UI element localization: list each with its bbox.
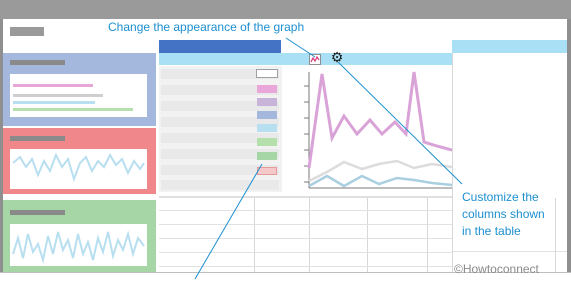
task-manager-illustration: ⚙ Change the appearance of the graph Cus…	[0, 0, 571, 281]
watermark: ©Howtoconnect	[454, 262, 539, 276]
columns-callout-line1: Customize the	[462, 190, 539, 205]
columns-callout-line3: in the table	[462, 224, 521, 239]
graph-appearance-callout: Change the appearance of the graph	[108, 20, 305, 34]
columns-callout-line2: columns shown	[462, 207, 545, 222]
